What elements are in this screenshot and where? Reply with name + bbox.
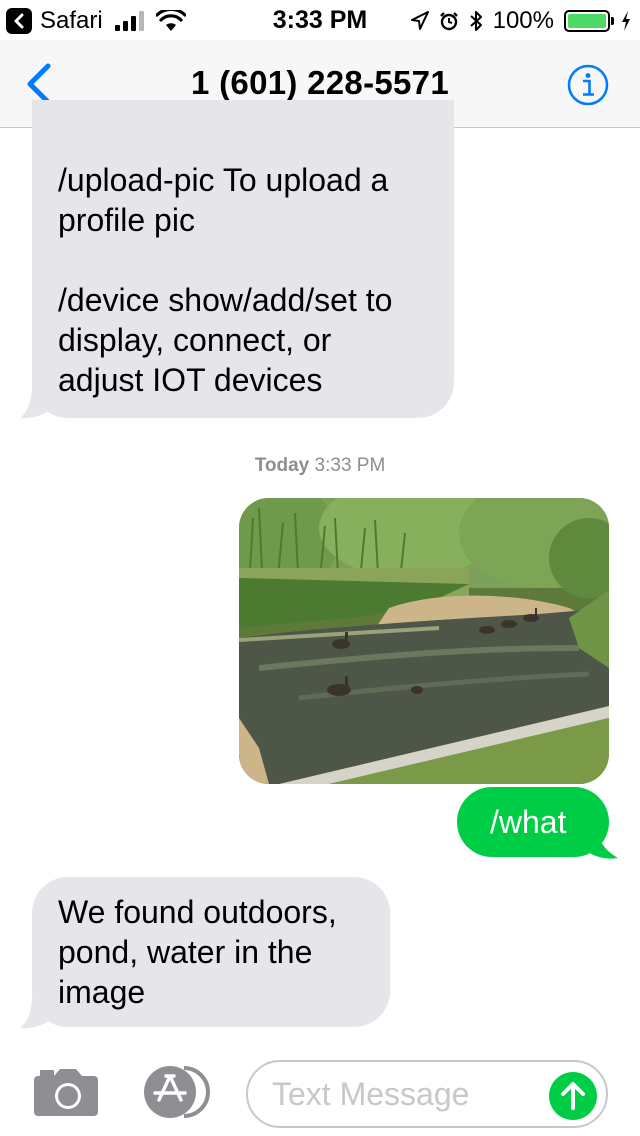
message-timestamp: Today 3:33 PM [0, 455, 640, 477]
message-line: /upload-pic To upload a [58, 162, 389, 198]
info-icon[interactable] [566, 63, 610, 107]
status-bar: Safari 3:33 PM 100% [0, 0, 640, 40]
photo-image [239, 498, 609, 784]
bubble-tail [20, 386, 58, 419]
message-spacer [58, 240, 454, 280]
timestamp-time: 3:33 PM [314, 455, 386, 476]
location-icon [410, 11, 429, 30]
incoming-message-bubble[interactable]: We found outdoors, pond, water in the im… [32, 877, 390, 1027]
send-arrow-icon[interactable] [549, 1072, 597, 1120]
app-store-icon[interactable] [140, 1064, 212, 1120]
status-right: 100% [410, 6, 632, 36]
camera-icon[interactable] [32, 1066, 100, 1118]
message-line: image [58, 974, 146, 1010]
photo-geese-pond[interactable] [239, 498, 609, 784]
bubble-tail [588, 826, 618, 859]
message-input[interactable] [272, 1072, 542, 1116]
message-line: pond, water in the [58, 934, 313, 970]
battery-fill [568, 14, 606, 28]
message-line: adjust IOT devices [58, 362, 323, 398]
incoming-message-bubble[interactable]: /upload-pic To upload a profile pic /dev… [32, 100, 454, 418]
bluetooth-icon [469, 11, 482, 31]
messages-screen: Safari 3:33 PM 100% 1 (601) 228-5571 /up… [0, 0, 640, 1136]
compose-bar [0, 1040, 640, 1136]
battery-icon [564, 10, 614, 32]
bubble-tail [20, 996, 58, 1029]
timestamp-day: Today [254, 455, 310, 476]
message-line: We found outdoors, [58, 894, 337, 930]
charging-icon [622, 11, 630, 31]
contact-phone-number[interactable]: 1 (601) 228-5571 [0, 64, 640, 102]
message-line: /device show/add/set to [58, 282, 393, 318]
battery-percent: 100% [492, 7, 554, 34]
message-input-field[interactable] [246, 1060, 608, 1128]
outgoing-message-bubble[interactable]: /what [457, 787, 609, 857]
message-line: display, connect, or [58, 322, 332, 358]
alarm-icon [439, 12, 458, 31]
message-line: profile pic [58, 202, 195, 238]
